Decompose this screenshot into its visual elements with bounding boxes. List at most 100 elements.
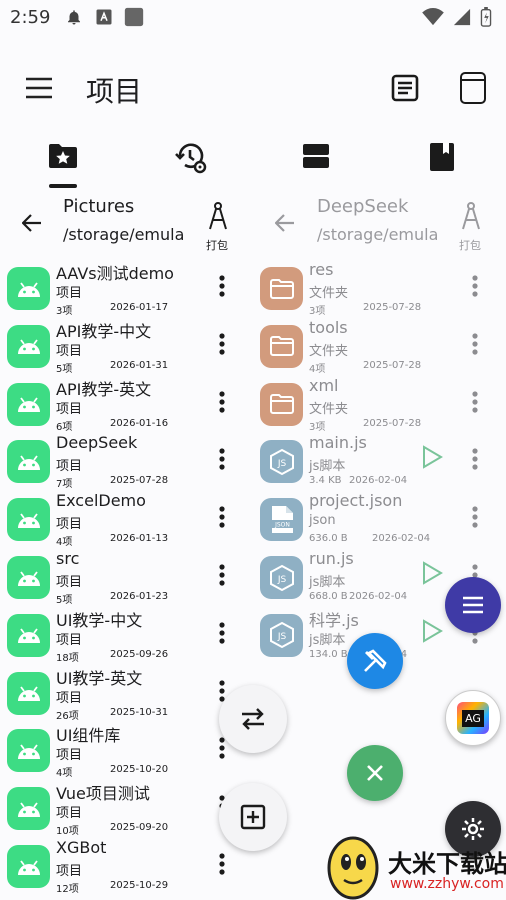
list-item[interactable]: src 项目 5项 2026-01-23 bbox=[0, 549, 246, 606]
item-type: 项目 bbox=[56, 343, 83, 359]
tab-docs[interactable] bbox=[412, 142, 472, 188]
list-item[interactable]: tools 文件夹 4项 2025-07-28 bbox=[253, 318, 506, 375]
more-options-icon[interactable] bbox=[212, 850, 232, 878]
font-a-icon bbox=[94, 7, 114, 27]
wifi-icon bbox=[422, 8, 444, 26]
list-item[interactable]: JSON project.json json 636.0 B 2026-02-04 bbox=[253, 491, 506, 548]
swap-panes-button[interactable] bbox=[219, 685, 287, 753]
item-date: 2025-10-20 bbox=[110, 764, 169, 776]
more-options-icon[interactable] bbox=[465, 330, 485, 358]
more-options-icon[interactable] bbox=[212, 503, 232, 531]
play-icon[interactable] bbox=[421, 445, 443, 473]
tab-grid[interactable] bbox=[286, 142, 346, 188]
folder-icon bbox=[260, 267, 303, 310]
item-name: ExcelDemo bbox=[56, 491, 146, 511]
play-icon[interactable] bbox=[421, 561, 443, 589]
pack-label[interactable]: 打包 bbox=[459, 237, 481, 253]
item-type: 项目 bbox=[56, 459, 83, 475]
list-item[interactable]: xml 文件夹 3项 2025-07-28 bbox=[253, 376, 506, 433]
right-pane-header: DeepSeek /storage/emulated/0/DeepSeek 打包 bbox=[253, 190, 506, 260]
more-options-icon[interactable] bbox=[465, 503, 485, 531]
build-button[interactable] bbox=[347, 633, 403, 689]
item-name: main.js bbox=[309, 433, 367, 453]
more-options-icon[interactable] bbox=[212, 330, 232, 358]
item-date: 2026-02-04 bbox=[349, 475, 408, 487]
compass-icon[interactable] bbox=[206, 202, 230, 234]
list-item[interactable]: res 文件夹 3项 2025-07-28 bbox=[253, 260, 506, 317]
android-icon bbox=[7, 498, 50, 542]
fab-menu-button[interactable] bbox=[445, 577, 501, 633]
list-item[interactable]: UI教学-英文 项目 26项 2025-10-31 bbox=[0, 665, 246, 722]
list-item[interactable]: API教学-英文 项目 6项 2026-01-16 bbox=[0, 376, 246, 433]
document-icon[interactable] bbox=[390, 73, 420, 107]
item-type: 文件夹 bbox=[309, 401, 349, 417]
compass-icon[interactable] bbox=[459, 202, 483, 234]
tab-history[interactable] bbox=[161, 142, 221, 188]
app-bar: 项目 bbox=[0, 56, 506, 120]
list-item[interactable]: API教学-中文 项目 5项 2026-01-31 bbox=[0, 318, 246, 375]
back-arrow-icon[interactable] bbox=[274, 214, 295, 236]
tab-indicator bbox=[49, 184, 77, 188]
back-arrow-icon[interactable] bbox=[21, 214, 42, 236]
left-pane-path: /storage/emulated/0/Pictures bbox=[63, 225, 184, 244]
android-icon bbox=[7, 671, 50, 715]
item-count: 10项 bbox=[56, 826, 79, 838]
list-item[interactable]: DeepSeek 项目 7项 2025-07-28 bbox=[0, 433, 246, 490]
more-options-icon[interactable] bbox=[212, 619, 232, 647]
item-name: run.js bbox=[309, 549, 354, 568]
add-button[interactable] bbox=[219, 783, 287, 851]
item-type: 项目 bbox=[56, 748, 83, 764]
window-icon[interactable] bbox=[459, 71, 487, 109]
history-settings-icon bbox=[175, 143, 207, 174]
ag-app-button[interactable]: AG bbox=[445, 690, 501, 746]
app-square-icon bbox=[124, 7, 144, 27]
tab-projects[interactable] bbox=[33, 142, 93, 188]
list-item[interactable]: AAVs测试demo 项目 3项 2026-01-17 bbox=[0, 260, 246, 317]
menu-icon[interactable] bbox=[24, 76, 54, 104]
ag-logo: AG bbox=[457, 702, 489, 734]
item-name: XGBot bbox=[56, 838, 107, 857]
item-name: API教学-中文 bbox=[56, 321, 152, 341]
item-type: 项目 bbox=[56, 401, 83, 417]
list-item[interactable]: ExcelDemo 项目 4项 2026-01-13 bbox=[0, 491, 246, 548]
list-item[interactable]: JS main.js js脚本 3.4 KB 2026-02-04 bbox=[253, 433, 506, 490]
item-count: 4项 bbox=[56, 537, 73, 549]
item-type: 项目 bbox=[56, 575, 83, 590]
item-type: js脚本 bbox=[309, 575, 346, 590]
item-name: xml bbox=[309, 375, 339, 395]
more-options-icon[interactable] bbox=[212, 272, 232, 300]
more-options-icon[interactable] bbox=[212, 388, 232, 416]
list-item[interactable]: XGBot 项目 12项 2025-10-29 bbox=[0, 838, 246, 895]
android-icon bbox=[7, 729, 50, 773]
item-count: 5项 bbox=[56, 363, 73, 375]
item-count: 3项 bbox=[56, 306, 73, 317]
more-options-icon[interactable] bbox=[465, 388, 485, 416]
play-icon[interactable] bbox=[421, 619, 443, 647]
left-pane-name: Pictures bbox=[63, 196, 135, 217]
close-button[interactable] bbox=[347, 745, 403, 801]
list-item[interactable]: UI组件库项目 4项 2025-10-20 bbox=[0, 722, 246, 779]
item-count: 26项 bbox=[56, 710, 79, 722]
item-date: 2026-01-16 bbox=[110, 417, 169, 429]
status-time: 2:59 bbox=[10, 6, 51, 28]
android-icon bbox=[7, 440, 50, 484]
item-name: UI组件库 bbox=[56, 726, 121, 746]
item-type: 项目 bbox=[56, 517, 83, 533]
more-options-icon[interactable] bbox=[212, 445, 232, 473]
list-item[interactable]: Vue项目测试 项目 10项 2025-09-20 bbox=[0, 780, 246, 837]
item-date: 2026-01-13 bbox=[110, 533, 169, 545]
item-type: 项目 bbox=[56, 632, 83, 648]
item-name: DeepSeek bbox=[56, 433, 138, 453]
more-options-icon[interactable] bbox=[465, 445, 485, 473]
json-file-icon: JSON bbox=[260, 498, 303, 542]
svg-text:JS: JS bbox=[276, 632, 286, 642]
pack-label[interactable]: 打包 bbox=[206, 237, 228, 253]
android-icon bbox=[7, 845, 50, 888]
item-type: 文件夹 bbox=[309, 343, 349, 359]
more-options-icon[interactable] bbox=[465, 272, 485, 300]
watermark: 大米下载站 www.zzhyw.com bbox=[326, 830, 506, 900]
more-options-icon[interactable] bbox=[212, 561, 232, 589]
list-item[interactable]: UI教学-中文 项目 18项 2025-09-26 bbox=[0, 607, 246, 664]
item-count: 3项 bbox=[309, 421, 326, 433]
item-count: 4项 bbox=[56, 768, 73, 780]
